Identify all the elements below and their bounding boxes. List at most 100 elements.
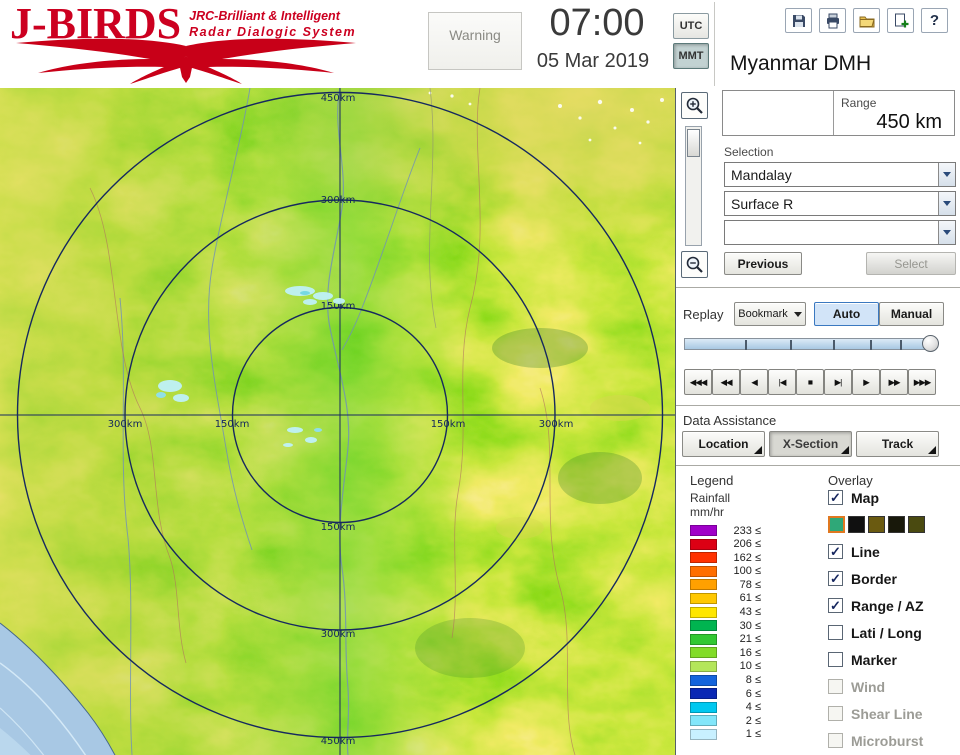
zoom-slider-track[interactable]	[685, 126, 702, 246]
legend-swatch	[690, 552, 717, 564]
zoom-slider-thumb[interactable]	[687, 129, 700, 157]
legend-swatch	[690, 579, 717, 591]
product-dropdown[interactable]: Surface R	[724, 191, 956, 216]
mmt-button[interactable]: MMT	[673, 43, 709, 69]
map-palette-swatch[interactable]	[828, 516, 845, 533]
replay-timeline-slider[interactable]	[684, 335, 939, 352]
radar-map[interactable]: 450km 300km 150km 150km 300km 450km 300k…	[0, 88, 676, 755]
play-reverse-button[interactable]: ◀	[740, 369, 768, 395]
range-label: Range	[841, 96, 877, 110]
legend-swatch	[690, 606, 717, 618]
overlay-item-map[interactable]: Map	[828, 484, 958, 511]
site-dropdown[interactable]: Mandalay	[724, 162, 956, 187]
manual-mode-button[interactable]: Manual	[879, 302, 944, 326]
location-button[interactable]: Location	[682, 431, 765, 457]
play-button[interactable]: ▶	[852, 369, 880, 395]
x-section-button[interactable]: X-Section	[769, 431, 852, 457]
print-button[interactable]	[819, 8, 846, 33]
map-palette-swatch[interactable]	[908, 516, 925, 533]
app-window: J-BIRDS JRC-Brilliant & Intelligent Rada…	[0, 0, 960, 755]
clock-time: 07:00	[549, 2, 645, 44]
utc-button[interactable]: UTC	[673, 13, 709, 39]
warning-label: Warning	[449, 27, 501, 43]
save-button[interactable]	[785, 8, 812, 33]
header-toolbar: ?	[785, 8, 948, 33]
map-palette-swatch[interactable]	[868, 516, 885, 533]
timezone-switch: UTC MMT	[673, 13, 709, 73]
legend-row: 8 ≤	[690, 674, 761, 686]
open-folder-button[interactable]	[853, 8, 880, 33]
checkbox	[828, 679, 843, 694]
checkbox[interactable]	[828, 544, 843, 559]
fast-forward-button[interactable]: ▶▶	[880, 369, 908, 395]
step-forward-button[interactable]: ▶|	[824, 369, 852, 395]
zoom-out-button[interactable]	[681, 251, 708, 278]
replay-timeline-handle[interactable]	[922, 335, 939, 352]
legend-swatch	[690, 715, 717, 727]
option-dropdown-button[interactable]	[938, 221, 955, 244]
range-box: Range 450 km	[722, 90, 955, 136]
chevron-down-icon	[943, 172, 951, 177]
map-palette-swatch[interactable]	[888, 516, 905, 533]
checkbox	[828, 706, 843, 721]
overlay-item-marker[interactable]: Marker	[828, 646, 958, 673]
range-label-150-bottom: 150km	[321, 522, 356, 533]
chevron-down-icon	[943, 201, 951, 206]
zoom-in-button[interactable]	[681, 92, 708, 119]
overlay-item-line[interactable]: Line	[828, 538, 958, 565]
print-icon	[826, 13, 839, 28]
range-label-150-right: 150km	[431, 419, 466, 430]
legend-row: 16 ≤	[690, 647, 761, 659]
legend-row: 233 ≤	[690, 525, 761, 537]
range-label-300-bottom: 300km	[321, 629, 356, 640]
overlay-item-border[interactable]: Border	[828, 565, 958, 592]
map-palette-swatch[interactable]	[848, 516, 865, 533]
timeline-tick	[870, 340, 872, 350]
radar-map-canvas: 450km 300km 150km 150km 300km 450km 300k…	[0, 88, 675, 755]
track-button[interactable]: Track	[856, 431, 939, 457]
option-dropdown[interactable]	[724, 220, 956, 245]
overlay-item-shear-line: Shear Line	[828, 700, 958, 727]
warning-panel[interactable]: Warning	[428, 12, 522, 70]
help-button[interactable]: ?	[921, 8, 948, 33]
export-button[interactable]	[887, 8, 914, 33]
legend-unit-line2: mm/hr	[690, 505, 724, 519]
stop-button[interactable]: ■	[796, 369, 824, 395]
selection-label: Selection	[724, 145, 774, 159]
checkbox[interactable]	[828, 571, 843, 586]
legend-row: 4 ≤	[690, 701, 761, 713]
map-palette-row	[828, 511, 958, 538]
overlay-item-range-az[interactable]: Range / AZ	[828, 592, 958, 619]
step-back-button[interactable]: |◀	[768, 369, 796, 395]
bookmark-button[interactable]: Bookmark	[734, 302, 806, 326]
checkbox[interactable]	[828, 598, 843, 613]
section-divider	[676, 287, 960, 288]
skip-end-button[interactable]: ▶▶▶	[908, 369, 936, 395]
bookmark-button-label: Bookmark	[738, 308, 788, 320]
site-dropdown-button[interactable]	[938, 163, 955, 186]
range-label-450-bottom: 450km	[321, 736, 356, 747]
legend-swatch	[690, 592, 717, 604]
legend-row: 206 ≤	[690, 538, 761, 550]
product-dropdown-button[interactable]	[938, 192, 955, 215]
auto-mode-button[interactable]: Auto	[814, 302, 879, 326]
fast-rewind-button[interactable]: ◀◀	[712, 369, 740, 395]
timeline-tick	[833, 340, 835, 350]
previous-button[interactable]: Previous	[724, 252, 802, 275]
legend-row: 21 ≤	[690, 633, 761, 645]
checkbox[interactable]	[828, 490, 843, 505]
range-box-divider	[833, 91, 834, 135]
range-label-450-top: 450km	[321, 93, 356, 104]
legend-row: 61 ≤	[690, 592, 761, 604]
logo-subtitle: JRC-Brilliant & Intelligent Radar Dialog…	[189, 9, 357, 39]
replay-timeline-track[interactable]	[684, 338, 930, 350]
site-dropdown-value: Mandalay	[731, 166, 792, 183]
export-icon	[894, 13, 908, 27]
skip-start-button[interactable]: ◀◀◀	[684, 369, 712, 395]
overlay-item-lati-long[interactable]: Lati / Long	[828, 619, 958, 646]
select-button[interactable]: Select	[866, 252, 956, 275]
checkbox[interactable]	[828, 625, 843, 640]
checkbox[interactable]	[828, 652, 843, 667]
legend-row: 1 ≤	[690, 728, 761, 740]
help-icon: ?	[929, 12, 940, 29]
